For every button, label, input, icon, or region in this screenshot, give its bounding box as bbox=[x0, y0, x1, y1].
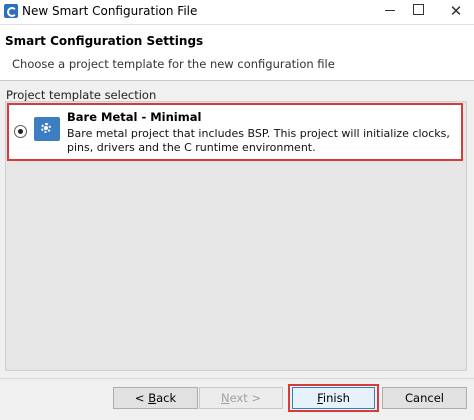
template-section-label: Project template selection bbox=[6, 88, 157, 102]
back-button[interactable]: < Back bbox=[113, 387, 198, 409]
title-bar: New Smart Configuration File ✕ bbox=[0, 0, 474, 25]
button-bar-separator bbox=[0, 378, 474, 379]
minimize-button[interactable] bbox=[375, 0, 405, 24]
back-mnemonic: B bbox=[148, 391, 157, 405]
template-description: Bare metal project that includes BSP. Th… bbox=[67, 127, 450, 154]
finish-label: inish bbox=[322, 391, 350, 405]
next-button[interactable]: Next > bbox=[199, 387, 283, 409]
template-list: Bare Metal - Minimal Bare metal project … bbox=[5, 101, 467, 371]
next-label: ext > bbox=[229, 391, 262, 405]
close-button[interactable]: ✕ bbox=[441, 0, 471, 24]
next-mnemonic: N bbox=[220, 391, 230, 405]
page-description: Choose a project template for the new co… bbox=[12, 57, 335, 71]
template-item-bare-metal-minimal[interactable]: Bare Metal - Minimal Bare metal project … bbox=[7, 103, 463, 161]
template-radio[interactable] bbox=[14, 125, 27, 138]
cancel-button[interactable]: Cancel bbox=[382, 387, 467, 409]
wizard-header: Smart Configuration Settings Choose a pr… bbox=[0, 25, 474, 81]
close-icon: ✕ bbox=[449, 2, 463, 20]
back-label: ack bbox=[156, 391, 177, 405]
finish-button[interactable]: Finish bbox=[292, 387, 375, 409]
page-title: Smart Configuration Settings bbox=[5, 34, 204, 48]
gear-icon bbox=[34, 117, 60, 141]
window-title: New Smart Configuration File bbox=[22, 4, 198, 18]
minimize-icon bbox=[385, 10, 395, 11]
maximize-icon bbox=[412, 4, 424, 15]
maximize-button[interactable] bbox=[403, 0, 433, 24]
back-arrow: < bbox=[134, 391, 149, 405]
app-logo-icon bbox=[4, 4, 18, 18]
template-title: Bare Metal - Minimal bbox=[67, 110, 202, 124]
